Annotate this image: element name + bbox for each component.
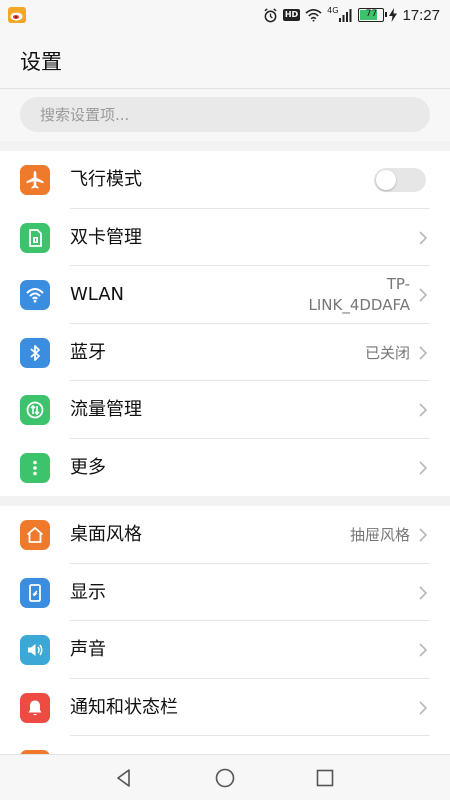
- settings-item-more[interactable]: 更多: [0, 439, 450, 497]
- wifi-status-icon: [305, 9, 322, 22]
- settings-item-sound[interactable]: 声音: [0, 621, 450, 679]
- settings-item-label: 飞行模式: [70, 169, 142, 190]
- settings-item-label: 更多: [70, 456, 106, 478]
- network-type: 4G: [327, 5, 339, 15]
- sim-card-icon: [20, 222, 50, 253]
- settings-item-dual-sim[interactable]: 双卡管理: [0, 209, 450, 266]
- chevron-right-icon: [419, 230, 428, 245]
- search-box[interactable]: [20, 97, 430, 132]
- settings-item-home-style[interactable]: 桌面风格 抽屉风格: [0, 506, 450, 564]
- home-icon[interactable]: [214, 767, 236, 789]
- sound-icon: [20, 635, 50, 665]
- wlan-network-name: TP- LINK_4DDAFA: [300, 266, 411, 323]
- app-bar: 设置: [0, 30, 450, 89]
- wifi-icon: [20, 280, 50, 310]
- home-style-value: 抽屉风格: [349, 526, 410, 544]
- settings-item-bluetooth[interactable]: 蓝牙 已关闭: [0, 324, 450, 381]
- chevron-right-icon: [419, 528, 428, 542]
- chevron-right-icon: [419, 288, 428, 302]
- back-icon[interactable]: [113, 767, 135, 789]
- more-icon: [20, 452, 50, 483]
- settings-item-label: 声音: [70, 639, 106, 660]
- home-style-icon: [20, 520, 50, 550]
- settings-item-display[interactable]: 显示: [0, 564, 450, 621]
- settings-item-label: WLAN: [70, 284, 125, 305]
- recents-icon[interactable]: [314, 767, 336, 789]
- settings-item-label: 桌面风格: [70, 524, 142, 545]
- charging-icon: [389, 8, 398, 22]
- airplane-icon: [20, 165, 50, 195]
- chevron-right-icon: [419, 585, 428, 600]
- chevron-right-icon: [419, 643, 428, 657]
- settings-item-data-usage[interactable]: 流量管理: [0, 381, 450, 439]
- hd-badge: HD: [282, 9, 301, 21]
- settings-item-notifications[interactable]: 通知和状态栏: [0, 679, 450, 736]
- chevron-right-icon: [419, 460, 428, 475]
- bluetooth-icon: [20, 337, 50, 368]
- display-icon: [20, 577, 50, 608]
- notification-icon: [20, 692, 50, 723]
- settings-item-label: 蓝牙: [70, 341, 106, 363]
- search-area: [0, 89, 450, 141]
- settings-item-wlan[interactable]: WLAN TP- LINK_4DDAFA: [0, 266, 450, 324]
- airplane-mode-toggle[interactable]: [374, 168, 426, 192]
- navigation-bar: [0, 754, 450, 800]
- search-input[interactable]: [20, 97, 420, 132]
- battery-icon: 77: [358, 8, 388, 22]
- chevron-right-icon: [419, 700, 428, 715]
- settings-item-partial[interactable]: [0, 736, 450, 755]
- chevron-right-icon: [419, 403, 428, 417]
- settings-item-label: 双卡管理: [70, 226, 142, 248]
- settings-item-label: 流量管理: [70, 399, 142, 420]
- alarm-icon: [264, 7, 277, 22]
- settings-item-label: 显示: [70, 581, 106, 603]
- status-bar: HD 4G 77 17:27: [0, 0, 450, 30]
- toggle-knob: [376, 170, 396, 190]
- chevron-right-icon: [419, 345, 428, 360]
- wlan-value-line1: TP-: [386, 274, 410, 293]
- battery-level: 77: [365, 9, 378, 19]
- signal-icon: [339, 9, 352, 22]
- section-device: 桌面风格 抽屉风格 显示 声音 通知和状态栏: [0, 506, 450, 755]
- bluetooth-status: 已关闭: [364, 343, 410, 362]
- settings-item-airplane-mode[interactable]: 飞行模式: [0, 151, 450, 209]
- wlan-value-line2: LINK_4DDAFA: [308, 295, 411, 314]
- status-time: 17:27: [402, 6, 440, 24]
- weibo-notification-icon: [8, 7, 26, 23]
- data-usage-icon: [20, 395, 50, 425]
- settings-item-label: 通知和状态栏: [70, 696, 178, 718]
- section-connectivity: 飞行模式 双卡管理 WLAN TP- LINK_4DDAFA 蓝牙 已关闭 流量…: [0, 151, 450, 496]
- page-title: 设置: [20, 50, 62, 74]
